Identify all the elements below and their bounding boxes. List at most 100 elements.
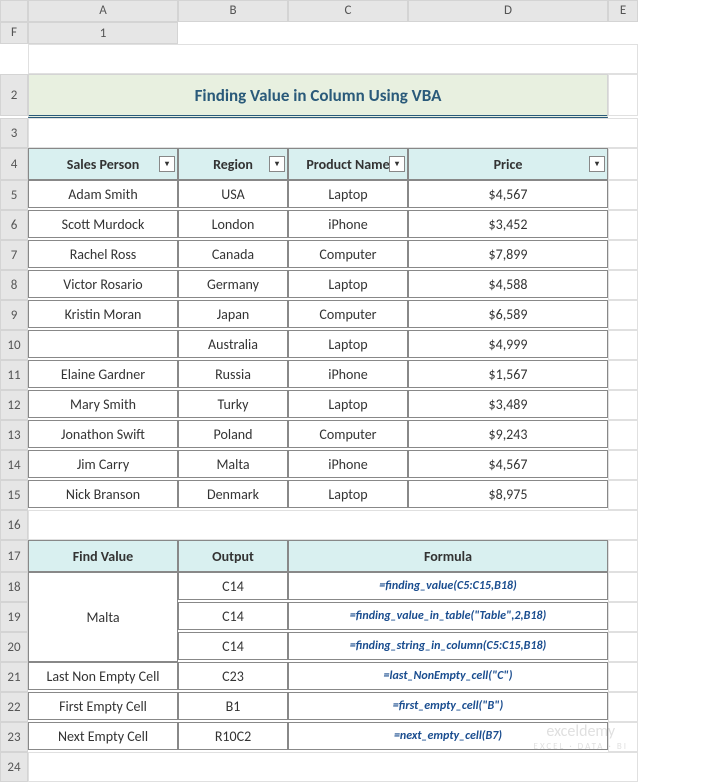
cell[interactable] xyxy=(608,722,638,752)
table-cell[interactable]: Jonathon Swift xyxy=(28,420,178,448)
filter-icon[interactable]: ▾ xyxy=(159,156,175,172)
table-cell[interactable]: Russia xyxy=(178,360,288,388)
cell[interactable] xyxy=(608,390,638,420)
header-formula[interactable]: Formula xyxy=(288,540,608,572)
table-cell[interactable]: Nick Branson xyxy=(28,480,178,508)
table-cell[interactable]: $4,999 xyxy=(408,330,608,358)
table-cell[interactable]: Poland xyxy=(178,420,288,448)
cell[interactable] xyxy=(608,420,638,450)
table-cell[interactable]: Mary Smith xyxy=(28,390,178,418)
table-cell[interactable]: Laptop xyxy=(288,270,408,298)
cell[interactable] xyxy=(608,300,638,330)
table-cell[interactable]: Denmark xyxy=(178,480,288,508)
table-cell[interactable]: Japan xyxy=(178,300,288,328)
col-header-F[interactable]: F xyxy=(0,22,28,44)
table-cell[interactable]: Canada xyxy=(178,240,288,268)
row-header-2[interactable]: 2 xyxy=(0,74,28,116)
cell[interactable] xyxy=(608,210,638,240)
cell[interactable] xyxy=(608,360,638,390)
formula-cell[interactable]: =next_empty_cell(B7) xyxy=(288,722,608,750)
cell[interactable] xyxy=(608,180,638,210)
table-cell[interactable]: $4,567 xyxy=(408,180,608,208)
table-cell[interactable]: Malta xyxy=(178,450,288,478)
row-header-12[interactable]: 12 xyxy=(0,390,28,420)
row-header-8[interactable]: 8 xyxy=(0,270,28,300)
formula-cell[interactable]: =first_empty_cell("B") xyxy=(288,692,608,720)
cell[interactable] xyxy=(608,330,638,360)
output-cell[interactable]: C14 xyxy=(178,572,288,600)
table-cell[interactable]: Laptop xyxy=(288,390,408,418)
cell[interactable] xyxy=(608,572,638,602)
col-header-E[interactable]: E xyxy=(608,0,638,22)
header-region[interactable]: Region▾ xyxy=(178,148,288,180)
table-cell[interactable]: $6,589 xyxy=(408,300,608,328)
row-header-1[interactable]: 1 xyxy=(28,22,178,44)
formula-cell[interactable]: =finding_string_in_column(C5:C15,B18) xyxy=(288,632,608,660)
row-header-19[interactable]: 19 xyxy=(0,602,28,632)
table-cell[interactable]: London xyxy=(178,210,288,238)
corner-cell[interactable] xyxy=(0,0,28,22)
table-cell[interactable] xyxy=(28,330,178,358)
row-header-21[interactable]: 21 xyxy=(0,662,28,692)
output-cell[interactable]: C14 xyxy=(178,632,288,660)
row-header-15[interactable]: 15 xyxy=(0,480,28,510)
table-cell[interactable]: Rachel Ross xyxy=(28,240,178,268)
find-value-malta[interactable]: Malta xyxy=(28,572,178,662)
cell[interactable] xyxy=(28,510,638,540)
row-header-14[interactable]: 14 xyxy=(0,450,28,480)
cell[interactable] xyxy=(608,74,638,116)
cell[interactable] xyxy=(608,148,638,180)
row-header-20[interactable]: 20 xyxy=(0,632,28,662)
row-header-6[interactable]: 6 xyxy=(0,210,28,240)
cell[interactable] xyxy=(608,602,638,632)
filter-icon[interactable]: ▾ xyxy=(589,156,605,172)
output-cell[interactable]: R10C2 xyxy=(178,722,288,750)
find-value-cell[interactable]: Last Non Empty Cell xyxy=(28,662,178,690)
cell[interactable] xyxy=(28,752,638,782)
table-cell[interactable]: Kristin Moran xyxy=(28,300,178,328)
table-cell[interactable]: USA xyxy=(178,180,288,208)
cell[interactable] xyxy=(608,692,638,722)
table-cell[interactable]: Laptop xyxy=(288,330,408,358)
cell[interactable] xyxy=(28,118,638,148)
table-cell[interactable]: Germany xyxy=(178,270,288,298)
filter-icon[interactable]: ▾ xyxy=(269,156,285,172)
row-header-17[interactable]: 17 xyxy=(0,540,28,572)
output-cell[interactable]: C23 xyxy=(178,662,288,690)
table-cell[interactable]: Australia xyxy=(178,330,288,358)
row-header-24[interactable]: 24 xyxy=(0,752,28,782)
find-value-cell[interactable]: Next Empty Cell xyxy=(28,722,178,750)
table-cell[interactable]: $1,567 xyxy=(408,360,608,388)
formula-cell[interactable]: =last_NonEmpty_cell("C") xyxy=(288,662,608,690)
table-cell[interactable]: $9,243 xyxy=(408,420,608,448)
filter-icon[interactable]: ▾ xyxy=(389,156,405,172)
header-product[interactable]: Product Name▾ xyxy=(288,148,408,180)
row-header-22[interactable]: 22 xyxy=(0,692,28,722)
formula-cell[interactable]: =finding_value(C5:C15,B18) xyxy=(288,572,608,600)
row-header-11[interactable]: 11 xyxy=(0,360,28,390)
header-find-value[interactable]: Find Value xyxy=(28,540,178,572)
table-cell[interactable]: Laptop xyxy=(288,480,408,508)
cell[interactable] xyxy=(608,540,638,572)
output-cell[interactable]: C14 xyxy=(178,602,288,630)
row-header-9[interactable]: 9 xyxy=(0,300,28,330)
row-header-23[interactable]: 23 xyxy=(0,722,28,752)
table-cell[interactable]: Computer xyxy=(288,420,408,448)
table-cell[interactable]: $7,899 xyxy=(408,240,608,268)
cell[interactable] xyxy=(608,662,638,692)
cell[interactable] xyxy=(608,240,638,270)
formula-cell[interactable]: =finding_value_in_table("Table",2,B18) xyxy=(288,602,608,630)
find-value-cell[interactable]: First Empty Cell xyxy=(28,692,178,720)
table-cell[interactable]: iPhone xyxy=(288,360,408,388)
table-cell[interactable]: Victor Rosario xyxy=(28,270,178,298)
table-cell[interactable]: $3,452 xyxy=(408,210,608,238)
table-cell[interactable]: $4,588 xyxy=(408,270,608,298)
table-cell[interactable]: Adam Smith xyxy=(28,180,178,208)
row-header-18[interactable]: 18 xyxy=(0,572,28,602)
row-header-4[interactable]: 4 xyxy=(0,148,28,180)
table-cell[interactable]: Computer xyxy=(288,240,408,268)
table-cell[interactable]: $8,975 xyxy=(408,480,608,508)
row-header-10[interactable]: 10 xyxy=(0,330,28,360)
cell[interactable] xyxy=(608,632,638,662)
table-cell[interactable]: Turky xyxy=(178,390,288,418)
